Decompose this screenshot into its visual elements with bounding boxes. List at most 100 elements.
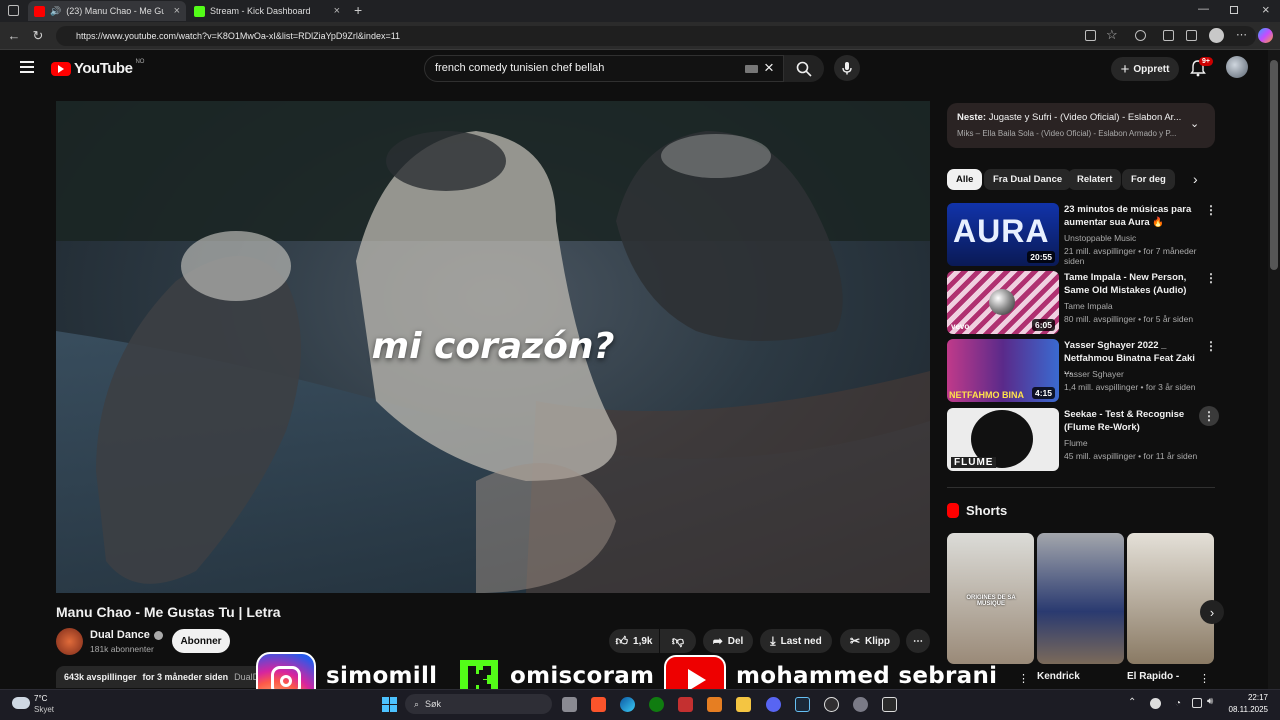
- restore-button[interactable]: [1230, 6, 1238, 14]
- clock-time[interactable]: 22:17: [1238, 693, 1268, 702]
- view-count: 643k avspillinger: [64, 672, 137, 682]
- tab-actions-icon[interactable]: [8, 5, 19, 16]
- tab-kick[interactable]: Stream - Kick Dashboard ×: [188, 1, 346, 21]
- channel-name[interactable]: Dual Dance: [90, 629, 163, 641]
- clip-button[interactable]: ✂ Klipp: [840, 629, 900, 653]
- more-actions-button[interactable]: ⋯: [906, 629, 930, 653]
- youtube-logo[interactable]: YouTube NO: [51, 59, 144, 77]
- short-title[interactable]: Kendrick: [1037, 671, 1080, 682]
- chevron-down-icon[interactable]: ⌄: [1190, 117, 1199, 130]
- short-thumbnail[interactable]: [1037, 533, 1124, 664]
- video-meta: 80 mill. avspillinger • for 5 år siden: [1064, 314, 1194, 324]
- app-a-icon[interactable]: [707, 697, 722, 712]
- hamburger-menu-icon[interactable]: [20, 61, 34, 73]
- short-menu-icon[interactable]: ⋮: [1199, 672, 1210, 685]
- tab-youtube[interactable]: 🔊 (23) Manu Chao - Me Gusta ×: [28, 1, 186, 21]
- address-bar[interactable]: https://www.youtube.com/watch?v=K8O1MwOa…: [56, 26, 1256, 46]
- shorts-header: Shorts: [947, 503, 1007, 518]
- voice-search-button[interactable]: [834, 55, 860, 81]
- subscribe-label: Abonner: [180, 635, 222, 647]
- discord-icon[interactable]: [766, 697, 781, 712]
- close-window-button[interactable]: ×: [1262, 2, 1270, 17]
- tray-app-icon[interactable]: [1150, 698, 1161, 709]
- video-menu-icon[interactable]: ⋮: [1199, 406, 1219, 426]
- weather-icon[interactable]: [12, 697, 30, 709]
- chip-for-you[interactable]: For deg: [1122, 169, 1175, 190]
- network-icon[interactable]: [1192, 698, 1202, 708]
- short-thumbnail[interactable]: [1127, 533, 1214, 664]
- xbox-icon[interactable]: [649, 697, 664, 712]
- chip-all[interactable]: Alle: [947, 169, 983, 190]
- scrollbar-thumb[interactable]: [1270, 60, 1278, 270]
- favorites-icon[interactable]: [1186, 30, 1197, 41]
- dislike-button[interactable]: 👎︎: [660, 629, 696, 653]
- new-tab-button[interactable]: +: [354, 2, 362, 18]
- settings-icon[interactable]: [1163, 30, 1174, 41]
- chip-related[interactable]: Relatert: [1068, 169, 1122, 190]
- video-thumbnail: vevo 6:05: [947, 271, 1059, 334]
- more-menu-icon[interactable]: ⋯: [1236, 28, 1247, 41]
- obs-icon[interactable]: [824, 697, 839, 712]
- copilot-icon[interactable]: [1258, 28, 1273, 43]
- search-button[interactable]: [784, 55, 824, 82]
- video-title: Seekae - Test & Recognise (Flume Re-Work…: [1064, 409, 1185, 433]
- up-next-panel[interactable]: Neste: Jugaste y Sufri - (Video Oficial)…: [947, 103, 1215, 148]
- clock-date[interactable]: 08.11.2025: [1220, 705, 1268, 714]
- tray-chevron-icon[interactable]: ⌃: [1128, 697, 1136, 708]
- chips-next-icon[interactable]: ›: [1193, 171, 1198, 187]
- video-thumbnail: NETFAHMO BINA 4:15: [947, 339, 1059, 402]
- back-icon[interactable]: ←: [6, 28, 22, 44]
- instagram-handle: simomill: [326, 663, 438, 689]
- reader-icon[interactable]: [1085, 30, 1096, 41]
- reload-icon[interactable]: ↻: [30, 28, 46, 44]
- search-input[interactable]: french comedy tunisien chef bellah: [424, 55, 784, 82]
- edge-icon[interactable]: [620, 697, 635, 712]
- related-video[interactable]: FLUME Seekae - Test & Recognise (Flume R…: [947, 406, 1219, 472]
- share-button[interactable]: ➦ Del: [703, 629, 753, 653]
- microphone-icon: [842, 62, 852, 75]
- epic-games-icon[interactable]: [882, 697, 897, 712]
- settings-app-icon[interactable]: [853, 697, 868, 712]
- clear-search-icon[interactable]: ×: [764, 58, 774, 78]
- tab-kick-label: Stream - Kick Dashboard: [210, 6, 311, 16]
- steam-icon[interactable]: [795, 697, 810, 712]
- volume-icon[interactable]: 🔊︎: [1207, 696, 1213, 707]
- close-tab-icon[interactable]: ×: [174, 5, 180, 17]
- shorts-next-button[interactable]: ›: [1200, 600, 1224, 624]
- account-avatar[interactable]: [1226, 56, 1248, 78]
- store-icon[interactable]: [736, 697, 751, 712]
- related-video[interactable]: AURA 20:55 23 minutos de músicas para au…: [947, 203, 1217, 267]
- download-button[interactable]: ⤓ Last ned: [760, 629, 832, 653]
- brave-icon[interactable]: [591, 697, 606, 712]
- channel-avatar[interactable]: [56, 628, 83, 655]
- wifi-icon[interactable]: ◔: [1175, 698, 1181, 709]
- keyboard-icon[interactable]: [745, 65, 758, 73]
- short-menu-icon[interactable]: ⋮: [1018, 672, 1029, 685]
- youtube-play-icon: [51, 61, 71, 76]
- subscribe-button[interactable]: Abonner: [172, 629, 230, 653]
- video-player[interactable]: mi corazón?: [56, 101, 930, 593]
- search-icon: [796, 61, 812, 77]
- close-tab-icon[interactable]: ×: [334, 5, 340, 17]
- like-button[interactable]: 👍︎ 1,9k: [609, 629, 659, 653]
- video-duration: 20:55: [1027, 251, 1055, 263]
- profile-avatar[interactable]: [1209, 28, 1224, 43]
- notifications-button[interactable]: 9+: [1190, 57, 1213, 82]
- taskbar-search[interactable]: ⌕ Søk: [405, 694, 552, 714]
- video-menu-icon[interactable]: ⋮: [1205, 339, 1217, 353]
- short-title[interactable]: El Rapido -: [1127, 671, 1179, 682]
- task-view-icon[interactable]: [562, 697, 577, 712]
- video-menu-icon[interactable]: ⋮: [1205, 203, 1217, 217]
- favorite-star-icon[interactable]: ☆: [1106, 27, 1118, 43]
- minimize-button[interactable]: —: [1198, 3, 1209, 15]
- app-b-icon[interactable]: [678, 697, 693, 712]
- chip-from-channel[interactable]: Fra Dual Dance: [984, 169, 1072, 190]
- start-button[interactable]: [382, 697, 397, 712]
- related-video[interactable]: vevo 6:05 Tame Impala - New Person, Same…: [947, 271, 1217, 335]
- short-thumbnail[interactable]: ORIGINES DE SA MUSIQUE: [947, 533, 1034, 664]
- create-button[interactable]: + Opprett: [1111, 57, 1179, 81]
- video-menu-icon[interactable]: ⋮: [1205, 271, 1217, 285]
- audio-icon[interactable]: 🔊: [50, 6, 61, 17]
- extensions-icon[interactable]: [1135, 30, 1146, 41]
- related-video[interactable]: NETFAHMO BINA 4:15 Yasser Sghayer 2022 _…: [947, 339, 1217, 403]
